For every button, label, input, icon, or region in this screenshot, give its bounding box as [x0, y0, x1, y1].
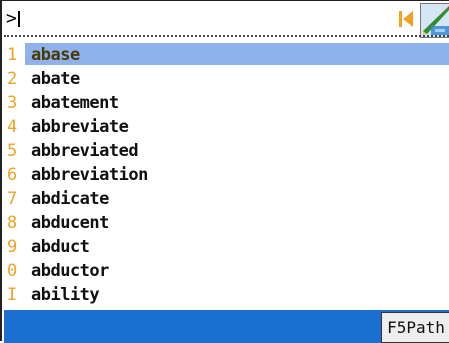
list-item[interactable]: 1 abase: [4, 43, 449, 67]
text-cursor: [18, 11, 20, 27]
list-item-key: 1: [7, 45, 18, 65]
list-item-word: abbreviation: [31, 165, 148, 185]
list-item[interactable]: 0 abductor: [4, 259, 449, 283]
input-divider: [4, 35, 449, 37]
list-item-word: abducent: [31, 213, 109, 233]
list-item-word: abdicate: [31, 189, 109, 209]
list-item[interactable]: 3 abatement: [4, 91, 449, 115]
list-item[interactable]: 8 abducent: [4, 211, 449, 235]
edit-pen-icon: [421, 4, 449, 37]
f5-path-button[interactable]: F5Path: [381, 312, 449, 343]
list-item-word: abductor: [31, 261, 109, 281]
list-item-word: ability: [31, 285, 100, 305]
list-item[interactable]: 9 abduct: [4, 235, 449, 259]
list-item[interactable]: Iability: [4, 283, 449, 307]
list-item[interactable]: 7 abdicate: [4, 187, 449, 211]
list-item-word: abase: [31, 45, 80, 65]
list-item-key: 6: [7, 165, 18, 185]
list-item-key: 0: [7, 261, 18, 281]
status-bar: F5Path: [4, 310, 449, 343]
list-item-key: 7: [7, 189, 18, 209]
list-item-word: abatement: [31, 93, 119, 113]
skip-to-start-icon: [399, 11, 413, 27]
list-item-word: abbreviated: [31, 141, 139, 161]
edit-button[interactable]: [420, 3, 449, 38]
list-item[interactable]: 5 abbreviated: [4, 139, 449, 163]
list-item-key: 9: [7, 237, 18, 257]
search-input-row[interactable]: >: [4, 2, 449, 38]
list-item[interactable]: 4 abbreviate: [4, 115, 449, 139]
word-list: 1 abase 2 abate 3 abatement 4 abbreviate 5 abbrev…: [4, 43, 449, 307]
list-item-word: abate: [31, 69, 80, 89]
list-item-key: I: [7, 285, 18, 305]
list-item-key: 4: [7, 117, 18, 137]
list-item-word: abduct: [31, 237, 90, 257]
skip-to-start-button[interactable]: [393, 6, 419, 32]
list-item[interactable]: 6 abbreviation: [4, 163, 449, 187]
list-item-key: 8: [7, 213, 18, 233]
list-item-word: abbreviate: [31, 117, 129, 137]
list-item-key: 5: [7, 141, 18, 161]
list-item[interactable]: 2 abate: [4, 67, 449, 91]
list-item-key: 2: [7, 69, 18, 89]
list-item-key: 3: [7, 93, 18, 113]
prompt-symbol: >: [6, 8, 17, 29]
selection-highlight: [25, 43, 449, 65]
app-window: > 1 abase 2 abate 3 abatement 4 abbreviate 5 abbr…: [0, 0, 449, 343]
